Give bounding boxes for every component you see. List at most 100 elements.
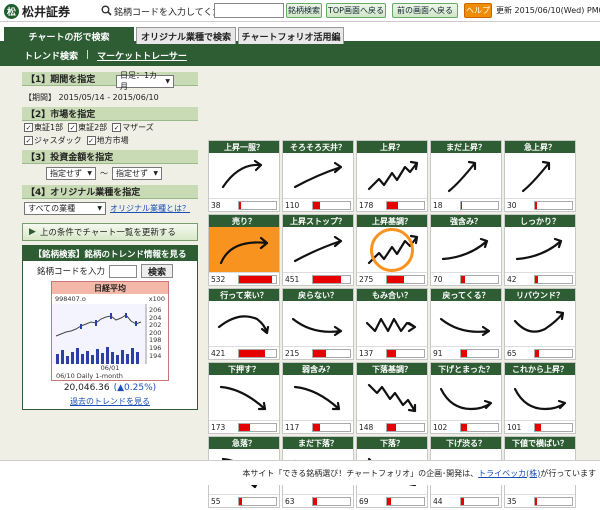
market-checkbox-tse1[interactable]: ✓ 東証1部 — [24, 122, 63, 133]
trend-pattern-footer: 63 — [283, 494, 353, 507]
stock-code-input[interactable] — [109, 264, 138, 278]
tab-original-industry-search[interactable]: オリジナル業種で検索 — [136, 27, 236, 44]
trend-pattern-art[interactable] — [209, 227, 279, 272]
checkbox-checked-icon[interactable]: ✓ — [68, 123, 78, 132]
trend-pattern-ratio-fill — [461, 275, 466, 283]
trend-pattern-art[interactable] — [357, 227, 427, 272]
trend-pattern-card[interactable]: 上昇一服？ 38 — [208, 140, 280, 212]
trend-pattern-card[interactable]: これから上昇？ 101 — [504, 362, 576, 434]
nikkei-chart-footer: 06/10 Daily 1-month — [56, 372, 123, 380]
trend-pattern-ratio-fill — [313, 201, 320, 209]
trend-pattern-count: 70 — [433, 274, 443, 284]
past-trend-link[interactable]: 過去のトレンドを見る — [23, 395, 197, 409]
back-button[interactable]: 前の画面へ戻る — [392, 3, 458, 18]
trend-pattern-card[interactable]: 急上昇？ 30 — [504, 140, 576, 212]
trend-pattern-ratio-fill — [461, 349, 467, 357]
period-select[interactable]: 日足：1カ月 ▼ — [116, 71, 174, 91]
trend-pattern-ratio-fill — [461, 497, 464, 505]
trend-pattern-art[interactable] — [505, 301, 575, 346]
trend-pattern-ratio-fill — [239, 497, 243, 505]
stock-code-search-button[interactable]: 検索 — [141, 264, 174, 278]
trend-pattern-art[interactable] — [283, 375, 353, 420]
trend-pattern-card[interactable]: 行って来い？ 421 — [208, 288, 280, 360]
trend-pattern-art[interactable] — [357, 301, 427, 346]
trend-pattern-title: 上昇ストップ？ — [283, 215, 353, 227]
trend-pattern-card[interactable]: 弱含み？ 117 — [282, 362, 354, 434]
stock-search-button[interactable]: 銘柄検索 — [286, 3, 322, 18]
trend-pattern-title: 下値で横ばい？ — [505, 437, 575, 449]
nikkei-value: 20,046.36 — [63, 383, 110, 393]
checkbox-checked-icon[interactable]: ✓ — [24, 136, 33, 145]
trend-pattern-card[interactable]: 下押す？ 173 — [208, 362, 280, 434]
section-amount-heading: 【3】投資金額を指定 — [22, 150, 198, 164]
brand-name: 松井証券 — [22, 4, 71, 19]
trend-pattern-art[interactable] — [209, 301, 279, 346]
footer-company-link[interactable]: トライベッカ(株) — [478, 468, 540, 479]
trend-pattern-ratio-fill — [239, 423, 250, 431]
trend-pattern-card[interactable]: 上昇基調？ 275 — [356, 214, 428, 286]
industry-select[interactable]: すべての業種 ▼ — [24, 201, 106, 215]
trend-pattern-card[interactable]: 強含み？ 70 — [430, 214, 502, 286]
market-checkbox-local[interactable]: ✓ 地方市場 — [86, 135, 129, 146]
trend-pattern-card[interactable]: 下落基調？ 148 — [356, 362, 428, 434]
market-checkbox-jasdaq[interactable]: ✓ ジャスダック — [24, 135, 82, 146]
amount-from-value: 指定せず — [50, 168, 82, 178]
trend-pattern-card[interactable]: そろそろ天井？ 110 — [282, 140, 354, 212]
trend-arrow-icon — [293, 235, 343, 263]
trend-pattern-card[interactable]: リバウンド？ 65 — [504, 288, 576, 360]
trend-pattern-art[interactable] — [357, 153, 427, 198]
trend-pattern-art[interactable] — [431, 153, 501, 198]
brand-logo[interactable]: 松 松井証券 — [4, 2, 70, 20]
checkbox-checked-icon[interactable]: ✓ — [112, 123, 122, 132]
market-checkbox-tse2[interactable]: ✓ 東証2部 — [68, 122, 107, 133]
trend-pattern-art[interactable] — [431, 301, 501, 346]
trend-pattern-count: 451 — [285, 274, 300, 284]
trend-pattern-card[interactable]: もみ合い？ 137 — [356, 288, 428, 360]
trend-pattern-art[interactable] — [209, 153, 279, 198]
trend-pattern-ratio-fill — [535, 497, 538, 505]
main-tabs: チャートの形で検索 オリジナル業種で検索 チャートフォリオ活用編 — [0, 24, 600, 44]
update-chart-list-button[interactable]: ▶ 上の条件でチャート一覧を更新する — [22, 223, 198, 241]
trend-pattern-ratio-fill — [461, 201, 463, 209]
nikkei-mini-chart[interactable]: 日経平均 998407.o x100 206 204 202 200 198 1… — [51, 281, 169, 381]
checkbox-checked-icon[interactable]: ✓ — [86, 136, 96, 145]
checkbox-checked-icon[interactable]: ✓ — [24, 123, 33, 132]
trend-pattern-art[interactable] — [431, 375, 501, 420]
trend-pattern-card[interactable]: しっかり？ 42 — [504, 214, 576, 286]
subnav-market-tracer[interactable]: マーケットトレーサー — [97, 49, 187, 62]
trend-pattern-art[interactable] — [283, 153, 353, 198]
tab-chart-shape-search[interactable]: チャートの形で検索 — [4, 27, 134, 44]
trend-pattern-card[interactable]: 上昇ストップ？ 451 — [282, 214, 354, 286]
trend-pattern-art[interactable] — [505, 153, 575, 198]
trend-pattern-card[interactable]: 売り？ 532 — [208, 214, 280, 286]
top-page-button[interactable]: TOP画面へ戻る — [326, 3, 386, 18]
trend-pattern-card[interactable]: 戻ってくる？ 91 — [430, 288, 502, 360]
market-checkbox-mothers[interactable]: ✓ マザーズ — [112, 122, 154, 133]
help-button[interactable]: ヘルプ — [464, 3, 492, 18]
trend-pattern-art[interactable] — [431, 227, 501, 272]
subnav-trend-search[interactable]: トレンド検索 — [24, 49, 78, 62]
amount-from-select[interactable]: 指定せず ▼ — [46, 166, 96, 180]
trend-pattern-title: 急上昇？ — [505, 141, 575, 153]
trend-arrow-icon — [521, 160, 551, 193]
trend-pattern-card[interactable]: 下げとまった？ 102 — [430, 362, 502, 434]
trend-pattern-footer: 70 — [431, 272, 501, 285]
industry-help-link[interactable]: オリジナル業種とは？ — [110, 203, 190, 214]
trend-pattern-card[interactable]: まだ上昇？ 18 — [430, 140, 502, 212]
trend-pattern-art[interactable] — [283, 227, 353, 272]
trend-pattern-card[interactable]: 上昇？ 178 — [356, 140, 428, 212]
trend-pattern-art[interactable] — [505, 227, 575, 272]
trend-pattern-ratio-fill — [387, 497, 392, 505]
trend-pattern-art[interactable] — [209, 375, 279, 420]
tab-chartfolio-guide[interactable]: チャートフォリオ活用編 — [238, 27, 344, 44]
nikkei-change: (▲0.25%) — [113, 383, 157, 393]
trend-pattern-art[interactable] — [283, 301, 353, 346]
trend-arrow-icon — [293, 385, 341, 411]
trend-pattern-title: もみ合い？ — [357, 289, 427, 301]
trend-pattern-count: 18 — [433, 200, 443, 210]
trend-pattern-card[interactable]: 戻らない？ 215 — [282, 288, 354, 360]
trend-pattern-art[interactable] — [505, 375, 575, 420]
trend-pattern-art[interactable] — [357, 375, 427, 420]
amount-to-select[interactable]: 指定せず ▼ — [112, 166, 162, 180]
stock-code-search-input[interactable] — [214, 3, 284, 18]
